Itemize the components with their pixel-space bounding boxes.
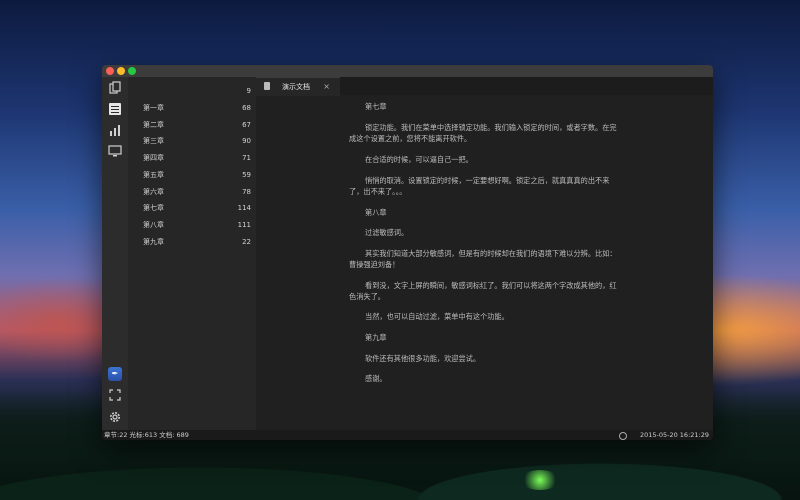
chapter-name: 第六章 [143, 187, 164, 196]
minimize-window-button[interactable] [117, 67, 125, 75]
chapter-word-count: 68 [242, 104, 251, 112]
tab-label: 演示文档 [282, 83, 310, 91]
document-icon [264, 82, 270, 90]
document-paragraph: 锁定功能。我们在菜单中选择锁定功能。我们输入锁定的时间，或者字数。在完成这个设置… [349, 123, 617, 143]
close-window-button[interactable] [106, 67, 114, 75]
chapter-total-count: 9 [246, 87, 251, 95]
app-window: ✒ 9 第一章 68 第二章 67 第三章 90 第四章 71 第五章 59 第六章 78 第七章 114… [102, 65, 713, 440]
chapter-name: 第四章 [143, 154, 164, 163]
chapter-word-count: 22 [242, 237, 251, 246]
chapter-word-count: 78 [242, 187, 251, 196]
document-paragraph: 感谢。 [365, 374, 387, 383]
chapter-name: 第五章 [143, 170, 164, 179]
chapter-list-item[interactable]: 第五章 59 [128, 168, 256, 182]
document-paragraph: 其实我们知道大部分敏感词，但是有的时候却在我们的语境下难以分辨。比如：曹操强迫刘… [349, 249, 617, 269]
chapter-name: 第一章 [143, 104, 164, 112]
document-paragraph: 在合适的时候，可以逼自己一把。 [365, 155, 473, 164]
document-paragraph: 悄悄的取消。设置锁定的时候，一定要想好啊。锁定之后，就真真真的出不来了，出不来了… [349, 176, 610, 196]
document-text-area[interactable]: 第七章锁定功能。我们在菜单中选择锁定功能。我们输入锁定的时间，或者字数。在完成这… [256, 95, 713, 430]
monitor-icon[interactable] [108, 144, 122, 158]
chapter-list-item[interactable]: 第九章 22 [128, 235, 256, 249]
chapter-word-count: 114 [237, 204, 251, 213]
chapter-name: 第七章 [143, 204, 164, 213]
outline-icon[interactable] [108, 102, 122, 116]
document-paragraph: 当然，也可以自动过滤，菜单中有这个功能。 [365, 312, 509, 321]
editor-pane: 演示文档 × 第七章锁定功能。我们在菜单中选择锁定功能。我们输入锁定的时间，或者… [256, 77, 713, 430]
chapter-name: 第二章 [143, 120, 164, 129]
chapter-list-item[interactable]: 第八章 111 [128, 218, 256, 232]
chapter-word-count: 71 [242, 154, 251, 163]
chapter-list-item[interactable]: 第四章 71 [128, 151, 256, 165]
fullscreen-icon[interactable] [108, 388, 122, 402]
chapter-word-count: 111 [237, 220, 251, 229]
close-tab-icon[interactable]: × [323, 78, 330, 96]
chapter-list: 9 第一章 68 第二章 67 第三章 90 第四章 71 第五章 59 第六章 78 第七章 114 第八… [128, 77, 256, 430]
tab-document[interactable]: 演示文档 × [256, 77, 340, 96]
document-paragraph: 过滤敏感词。 [365, 228, 409, 237]
chapter-name: 第三章 [143, 137, 164, 146]
maximize-window-button[interactable] [128, 67, 136, 75]
tab-bar: 演示文档 × [256, 77, 713, 96]
documents-icon[interactable] [108, 81, 122, 95]
status-stats: 章节:22 光标:613 文档: 689 [104, 431, 189, 439]
status-datetime: 2015-05-20 16:21:29 [639, 431, 709, 439]
chart-icon[interactable] [108, 123, 122, 137]
clock-icon [619, 432, 627, 440]
chapter-list-item[interactable]: 第一章 68 [128, 101, 256, 115]
app-tile-icon[interactable]: ✒ [108, 367, 122, 381]
document-paragraph: 第八章 [365, 208, 387, 217]
document-paragraph: 第七章 [365, 102, 387, 111]
gear-icon[interactable] [108, 410, 122, 424]
document-paragraph: 看到没，文字上屏的瞬间，敏感词标红了。我们可以将这两个字改成其他的，红色消失了。 [349, 281, 617, 301]
desktop-light [520, 470, 560, 490]
chapter-word-count: 67 [242, 120, 251, 129]
chapter-name: 第八章 [143, 220, 164, 229]
chapter-word-count: 59 [242, 170, 251, 179]
chapter-name: 第九章 [143, 237, 164, 246]
document-paragraph: 第九章 [365, 333, 387, 342]
chapter-list-item[interactable]: 第三章 90 [128, 134, 256, 148]
status-bar: 章节:22 光标:613 文档: 689 2015-05-20 16:21:29 [102, 430, 713, 440]
document-paragraph: 软件还有其他很多功能，欢迎尝试。 [365, 354, 481, 363]
chapter-list-item[interactable]: 第六章 78 [128, 185, 256, 199]
chapter-list-header: 9 [128, 84, 256, 98]
icon-sidebar: ✒ [102, 77, 128, 430]
chapter-list-item[interactable]: 第七章 114 [128, 201, 256, 215]
title-bar [102, 65, 713, 77]
chapter-list-item[interactable]: 第二章 67 [128, 118, 256, 132]
chapter-word-count: 90 [242, 137, 251, 146]
